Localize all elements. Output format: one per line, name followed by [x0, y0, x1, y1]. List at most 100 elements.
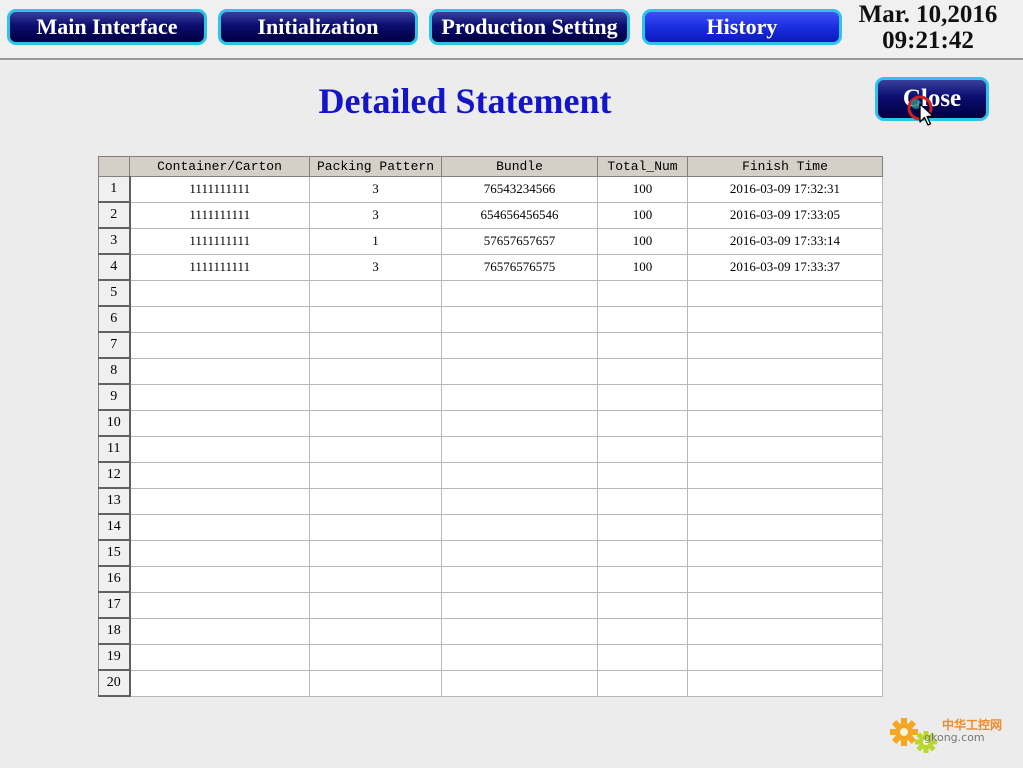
table-cell [309, 279, 442, 307]
table-cell [597, 409, 688, 437]
table-cell [687, 669, 883, 697]
table-cell [687, 383, 883, 411]
table-row[interactable]: 3 1111111111 1 57657657657 100 2016-03-09 17:… [98, 227, 883, 255]
row-number-cell: 19 [98, 643, 131, 671]
column-header-total-num[interactable]: Total_Num [597, 156, 688, 177]
table-cell [687, 305, 883, 333]
table-corner-cell [98, 156, 130, 177]
table-cell [129, 409, 310, 437]
table-cell [129, 357, 310, 385]
table-cell [309, 383, 442, 411]
table-cell [309, 357, 442, 385]
table-cell: 2016-03-09 17:32:31 [687, 176, 883, 203]
row-number-cell: 18 [98, 617, 131, 645]
table-cell [309, 305, 442, 333]
table-cell [309, 669, 442, 697]
table-row[interactable]: 8 [98, 357, 883, 385]
row-number-cell: 5 [98, 279, 131, 307]
production-setting-button[interactable]: Production Setting [429, 9, 630, 45]
table-cell [687, 591, 883, 619]
main-interface-button[interactable]: Main Interface [7, 9, 207, 45]
row-number-cell: 9 [98, 383, 131, 411]
table-cell [597, 513, 688, 541]
table-cell [129, 331, 310, 359]
table-row[interactable]: 2 1111111111 3 654656456546 100 2016-03-09 17… [98, 201, 883, 229]
row-number-cell: 4 [98, 253, 131, 281]
row-number-cell: 8 [98, 357, 131, 385]
table-cell [441, 669, 598, 697]
table-row[interactable]: 9 [98, 383, 883, 411]
history-button[interactable]: History [642, 9, 842, 45]
table-cell: 1 [309, 227, 442, 255]
date-text: Mar. 10,2016 [858, 1, 998, 28]
table-cell [309, 409, 442, 437]
table-cell [129, 305, 310, 333]
table-cell [441, 617, 598, 645]
row-number-cell: 2 [98, 201, 131, 229]
table-cell [687, 513, 883, 541]
table-cell [441, 305, 598, 333]
table-cell [687, 409, 883, 437]
table-cell [441, 279, 598, 307]
row-number-cell: 14 [98, 513, 131, 541]
column-header-container-carton[interactable]: Container/Carton [129, 156, 310, 177]
table-row[interactable]: 4 1111111111 3 76576576575 100 2016-03-09 17:… [98, 253, 883, 281]
table-row[interactable]: 1 1111111111 3 76543234566 100 2016-03-09 17:… [98, 176, 883, 203]
table-cell: 1111111111 [129, 201, 310, 229]
table-cell [309, 487, 442, 515]
column-header-packing-pattern[interactable]: Packing Pattern [309, 156, 442, 177]
table-cell [597, 383, 688, 411]
row-number-cell: 16 [98, 565, 131, 593]
table-cell: 3 [309, 253, 442, 281]
top-navigation-bar: Main Interface Initialization Production… [0, 0, 1023, 60]
table-cell [597, 305, 688, 333]
table-row[interactable]: 10 [98, 409, 883, 437]
table-row[interactable]: 7 [98, 331, 883, 359]
table-cell [129, 513, 310, 541]
table-cell [597, 565, 688, 593]
table-row[interactable]: 17 [98, 591, 883, 619]
table-row[interactable]: 12 [98, 461, 883, 489]
table-cell [597, 461, 688, 489]
table-cell [441, 357, 598, 385]
table-cell [597, 669, 688, 697]
watermark-logo: 中华工控网 gkong.com [886, 708, 1016, 760]
table-cell [129, 279, 310, 307]
table-cell: 3 [309, 201, 442, 229]
table-cell [309, 539, 442, 567]
table-row[interactable]: 15 [98, 539, 883, 567]
date-time-display: Mar. 10,2016 09:21:42 [846, 2, 1010, 54]
table-row[interactable]: 16 [98, 565, 883, 593]
table-cell [687, 539, 883, 567]
table-row[interactable]: 20 [98, 669, 883, 697]
table-row[interactable]: 5 [98, 279, 883, 307]
table-cell [129, 669, 310, 697]
table-cell: 76543234566 [441, 176, 598, 203]
table-row[interactable]: 11 [98, 435, 883, 463]
table-row[interactable]: 18 [98, 617, 883, 645]
table-row[interactable]: 19 [98, 643, 883, 671]
table-cell: 100 [597, 176, 688, 203]
column-header-bundle[interactable]: Bundle [441, 156, 598, 177]
table-cell [129, 461, 310, 489]
table-body: 1 1111111111 3 76543234566 100 2016-03-09 17:… [98, 176, 883, 697]
row-number-cell: 11 [98, 435, 131, 463]
table-cell: 76576576575 [441, 253, 598, 281]
table-cell [129, 435, 310, 463]
table-row[interactable]: 14 [98, 513, 883, 541]
table-cell: 2016-03-09 17:33:14 [687, 227, 883, 255]
table-row[interactable]: 6 [98, 305, 883, 333]
initialization-button[interactable]: Initialization [218, 9, 418, 45]
row-number-cell: 10 [98, 409, 131, 437]
table-cell [687, 565, 883, 593]
table-cell: 2016-03-09 17:33:37 [687, 253, 883, 281]
table-cell [687, 435, 883, 463]
table-cell [129, 617, 310, 645]
column-header-finish-time[interactable]: Finish Time [687, 156, 883, 177]
table-row[interactable]: 13 [98, 487, 883, 515]
table-cell [129, 487, 310, 515]
table-cell: 3 [309, 176, 442, 203]
table-cell [687, 461, 883, 489]
table-cell [597, 617, 688, 645]
table-cell [441, 513, 598, 541]
